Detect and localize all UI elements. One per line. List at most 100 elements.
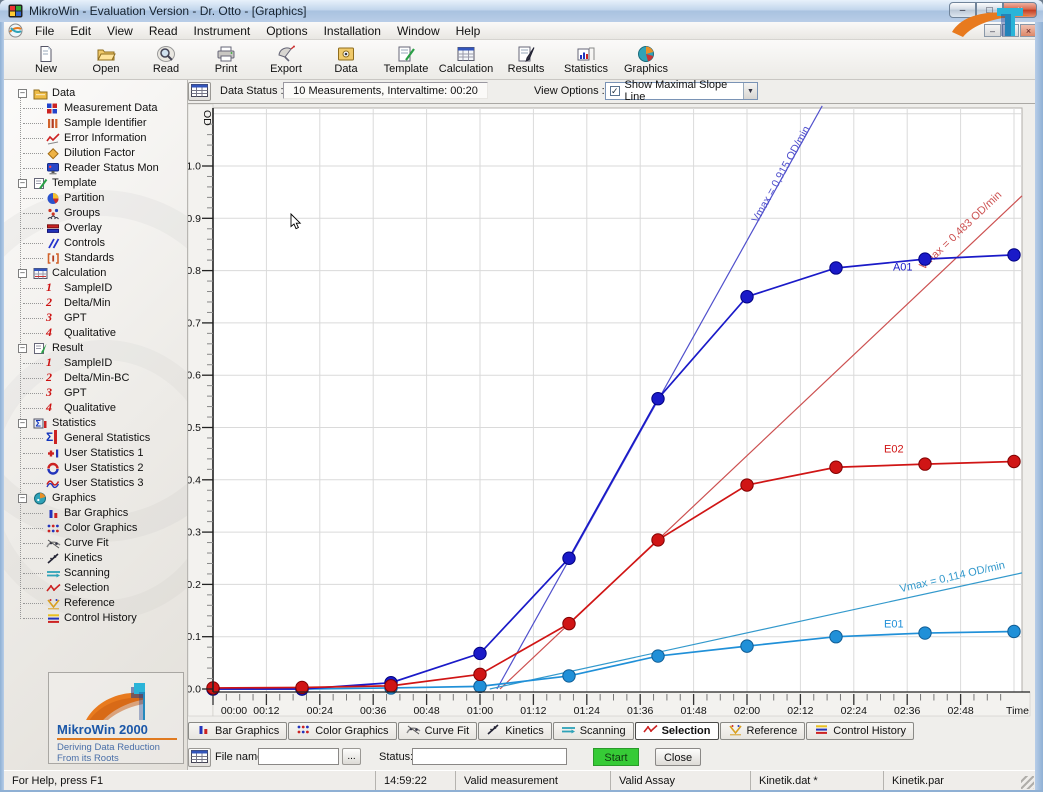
- tree-item-overlay[interactable]: Overlay: [6, 221, 187, 236]
- tree-item-label: Qualitative: [64, 327, 116, 339]
- chevron-down-icon[interactable]: ▼: [743, 83, 757, 99]
- toolbar-calculation-button[interactable]: Calculation: [436, 41, 496, 79]
- toolbar-template-button[interactable]: Template: [376, 41, 436, 79]
- toolbar-data-button[interactable]: Data: [316, 41, 376, 79]
- toolbar-results-button[interactable]: Results: [496, 41, 556, 79]
- tree-item-qualitative[interactable]: 4 Qualitative: [6, 401, 187, 416]
- file-name-input[interactable]: [258, 748, 339, 765]
- tab-color-graphics[interactable]: Color Graphics: [288, 722, 396, 740]
- toolbar-statistics-button[interactable]: Statistics: [556, 41, 616, 79]
- tab-reference[interactable]: Reference: [720, 722, 806, 740]
- collapse-icon[interactable]: –: [18, 494, 27, 503]
- x-axis-title: Time: [1006, 705, 1029, 717]
- menu-view[interactable]: View: [99, 23, 141, 39]
- toolbar-new-button[interactable]: New: [16, 41, 76, 79]
- tree-item-measurement-data[interactable]: Measurement Data: [6, 101, 187, 116]
- tree-item-partition[interactable]: Partition: [6, 191, 187, 206]
- num4-icon: 4: [46, 402, 61, 415]
- tree-group-result[interactable]: – Result: [6, 341, 187, 356]
- collapse-icon[interactable]: –: [18, 179, 27, 188]
- tree-item-kinetics[interactable]: Kinetics: [6, 551, 187, 566]
- tree-item-label: SampleID: [64, 282, 112, 294]
- tree-item-label: User Statistics 2: [64, 462, 143, 474]
- tree-item-general-statistics[interactable]: Σ General Statistics: [6, 431, 187, 446]
- tree-item-sampleid[interactable]: 1 SampleID: [6, 281, 187, 296]
- tab-kinetics[interactable]: Kinetics: [478, 722, 552, 740]
- tree-item-dilution-factor[interactable]: Dilution Factor: [6, 146, 187, 161]
- tab-selection[interactable]: Selection: [635, 722, 719, 740]
- tree-group-data[interactable]: – Data: [6, 86, 187, 101]
- tree-item-sampleid[interactable]: 1 SampleID: [6, 356, 187, 371]
- tree-item-color-graphics[interactable]: Color Graphics: [6, 521, 187, 536]
- tree-item-delta-min[interactable]: 2 Delta/Min: [6, 296, 187, 311]
- tree-item-bar-graphics[interactable]: Bar Graphics: [6, 506, 187, 521]
- toolbar-graphics-button[interactable]: Graphics: [616, 41, 676, 79]
- grid-view-button-bottom[interactable]: [188, 748, 211, 767]
- toolbar-button-label: Results: [508, 63, 545, 75]
- tree-item-user-statistics-3[interactable]: User Statistics 3: [6, 476, 187, 491]
- collapse-icon[interactable]: –: [18, 419, 27, 428]
- collapse-icon[interactable]: –: [18, 344, 27, 353]
- menu-read[interactable]: Read: [141, 23, 186, 39]
- tree-item-control-history[interactable]: Control History: [6, 611, 187, 626]
- tab-control-history[interactable]: Control History: [806, 722, 914, 740]
- tree-item-reference[interactable]: Reference: [6, 596, 187, 611]
- tab-scanning[interactable]: Scanning: [553, 722, 634, 740]
- tree-item-sample-identifier[interactable]: Sample Identifier: [6, 116, 187, 131]
- browse-button[interactable]: ...: [342, 748, 361, 765]
- tree-item-user-statistics-1[interactable]: User Statistics 1: [6, 446, 187, 461]
- tree-group-calculation[interactable]: – Calculation: [6, 266, 187, 281]
- tree-group-label: Result: [52, 342, 83, 354]
- tree-item-standards[interactable]: Standards: [6, 251, 187, 266]
- menu-help[interactable]: Help: [448, 23, 489, 39]
- toolbar-open-button[interactable]: Open: [76, 41, 136, 79]
- tree-connector: [23, 543, 43, 544]
- tree-item-selection[interactable]: Selection: [6, 581, 187, 596]
- grid-view-button[interactable]: [188, 82, 211, 101]
- tree-item-label: Dilution Factor: [64, 147, 135, 159]
- print-icon: [216, 44, 236, 63]
- tree-group-graphics[interactable]: – Graphics: [6, 491, 187, 506]
- tree-item-gpt[interactable]: 3 GPT: [6, 386, 187, 401]
- reference-icon: [46, 597, 61, 610]
- menu-installation[interactable]: Installation: [316, 23, 389, 39]
- tree-connector: [23, 528, 43, 529]
- tab-bar-graphics[interactable]: Bar Graphics: [188, 722, 287, 740]
- tree-item-curve-fit[interactable]: Curve Fit: [6, 536, 187, 551]
- tree-item-scanning[interactable]: Scanning: [6, 566, 187, 581]
- menu-window[interactable]: Window: [389, 23, 448, 39]
- tree-item-groups[interactable]: Groups: [6, 206, 187, 221]
- app-menu-icon[interactable]: [8, 23, 23, 38]
- tree-item-delta-min-bc[interactable]: 2 Delta/Min-BC: [6, 371, 187, 386]
- tab-curve-fit[interactable]: Curve Fit: [398, 722, 478, 740]
- tree-item-user-statistics-2[interactable]: User Statistics 2: [6, 461, 187, 476]
- tree-item-error-information[interactable]: Error Information: [6, 131, 187, 146]
- checkbox-checked-icon[interactable]: ✓: [610, 86, 620, 96]
- toolbar-print-button[interactable]: Print: [196, 41, 256, 79]
- close-dialog-button[interactable]: Close: [655, 748, 701, 766]
- menu-file[interactable]: File: [27, 23, 62, 39]
- x-tick-label: 01:48: [680, 705, 706, 717]
- tree-item-controls[interactable]: Controls: [6, 236, 187, 251]
- tree-connector: [23, 318, 43, 319]
- menu-instrument[interactable]: Instrument: [186, 23, 259, 39]
- collapse-icon[interactable]: –: [18, 89, 27, 98]
- tree-item-label: Qualitative: [64, 402, 116, 414]
- tree-item-label: User Statistics 3: [64, 477, 143, 489]
- view-options-dropdown[interactable]: ✓ Show Maximal Slope Line ▼: [605, 82, 758, 100]
- toolbar-export-button[interactable]: Export: [256, 41, 316, 79]
- status-input[interactable]: [412, 748, 567, 765]
- user-statistics3-icon: [46, 477, 61, 490]
- start-button[interactable]: Start: [593, 748, 639, 766]
- toolbar-read-button[interactable]: Read: [136, 41, 196, 79]
- collapse-icon[interactable]: –: [18, 269, 27, 278]
- tree-item-reader-status-mon[interactable]: Reader Status Mon: [6, 161, 187, 176]
- menu-edit[interactable]: Edit: [62, 23, 99, 39]
- tree-item-label: General Statistics: [64, 432, 150, 444]
- tree-group-template[interactable]: – Template: [6, 176, 187, 191]
- tree-item-qualitative[interactable]: 4 Qualitative: [6, 326, 187, 341]
- tree-group-statistics[interactable]: – Σ Statistics: [6, 416, 187, 431]
- menu-options[interactable]: Options: [258, 23, 315, 39]
- resize-grip[interactable]: [1021, 776, 1034, 789]
- tree-item-gpt[interactable]: 3 GPT: [6, 311, 187, 326]
